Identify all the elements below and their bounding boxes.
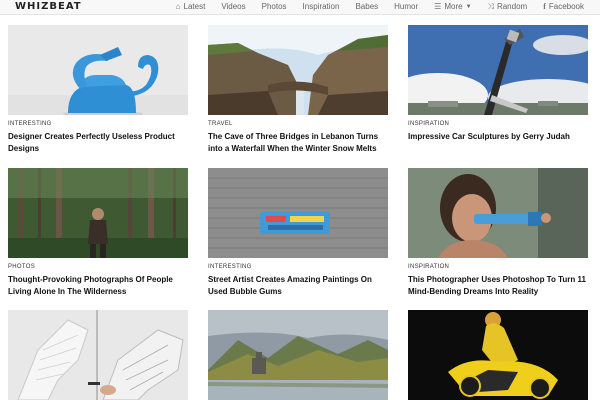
nav-photos-label: Photos <box>261 2 287 11</box>
article-category[interactable]: INSPIRATION <box>408 263 588 271</box>
nav-links: ⌂ Latest Videos Photos Inspiration Babes… <box>160 1 584 13</box>
article-category[interactable]: INTERESTING <box>208 263 388 271</box>
nav-facebook-label: Facebook <box>548 2 584 11</box>
article-thumbnail[interactable] <box>208 168 388 258</box>
article-card <box>8 310 188 400</box>
shuffle-icon: ⤨ <box>487 2 494 11</box>
nav-facebook[interactable]: f Facebook <box>543 1 584 13</box>
article-card <box>408 310 588 400</box>
home-icon: ⌂ <box>175 2 181 11</box>
nav-latest-label: Latest <box>183 2 206 11</box>
article-thumbnail[interactable] <box>8 168 188 258</box>
article-thumbnail[interactable] <box>8 25 188 115</box>
nav-more-dropdown[interactable]: ☰ More ▼ <box>434 1 471 13</box>
article-title[interactable]: The Cave of Three Bridges in Lebanon Tur… <box>208 131 388 155</box>
article-category[interactable]: INSPIRATION <box>408 120 588 128</box>
article-category[interactable]: PHOTOS <box>8 263 188 271</box>
nav-random[interactable]: ⤨ Random <box>488 1 528 13</box>
article-card: INTERESTING Designer Creates Perfectly U… <box>8 25 188 155</box>
facebook-icon: f <box>543 2 546 11</box>
article-card <box>208 310 388 400</box>
nav-humor[interactable]: Humor <box>394 1 418 13</box>
article-thumbnail[interactable] <box>408 310 588 400</box>
nav-latest[interactable]: ⌂ Latest <box>176 1 206 13</box>
nav-inspiration-label: Inspiration <box>302 2 340 11</box>
article-thumbnail[interactable] <box>408 168 588 258</box>
article-category[interactable]: INTERESTING <box>8 120 188 128</box>
nav-random-label: Random <box>496 2 528 11</box>
article-card: INSPIRATION This Photographer Uses Photo… <box>408 168 588 298</box>
article-thumbnail[interactable] <box>208 310 388 400</box>
article-category[interactable]: TRAVEL <box>208 120 388 128</box>
nav-humor-label: Humor <box>394 2 419 11</box>
article-title[interactable]: Thought-Provoking Photographs Of People … <box>8 274 188 298</box>
site-logo[interactable]: WHIZBEAT <box>15 1 82 12</box>
caret-down-icon: ▼ <box>465 4 472 10</box>
nav-photos[interactable]: Photos <box>262 1 287 13</box>
top-navbar: WHIZBEAT ⌂ Latest Videos Photos Inspirat… <box>0 0 600 15</box>
nav-more-label: More <box>444 2 463 11</box>
article-thumbnail[interactable] <box>8 310 188 400</box>
article-card: PHOTOS Thought-Provoking Photographs Of … <box>8 168 188 298</box>
article-thumbnail[interactable] <box>208 25 388 115</box>
article-title[interactable]: Designer Creates Perfectly Useless Produ… <box>8 131 188 155</box>
article-card: TRAVEL The Cave of Three Bridges in Leba… <box>208 25 388 155</box>
article-title[interactable]: This Photographer Uses Photoshop To Turn… <box>408 274 588 298</box>
article-card: INTERESTING Street Artist Creates Amazin… <box>208 168 388 298</box>
nav-babes-label: Babes <box>355 2 379 11</box>
nav-inspiration[interactable]: Inspiration <box>303 1 340 13</box>
list-icon: ☰ <box>434 2 442 11</box>
article-title[interactable]: Street Artist Creates Amazing Paintings … <box>208 274 388 298</box>
nav-videos[interactable]: Videos <box>221 1 245 13</box>
article-card: INSPIRATION Impressive Car Sculptures by… <box>408 25 588 143</box>
nav-videos-label: Videos <box>221 2 246 11</box>
article-thumbnail[interactable] <box>408 25 588 115</box>
article-title[interactable]: Impressive Car Sculptures by Gerry Judah <box>408 131 588 143</box>
nav-babes[interactable]: Babes <box>355 1 378 13</box>
